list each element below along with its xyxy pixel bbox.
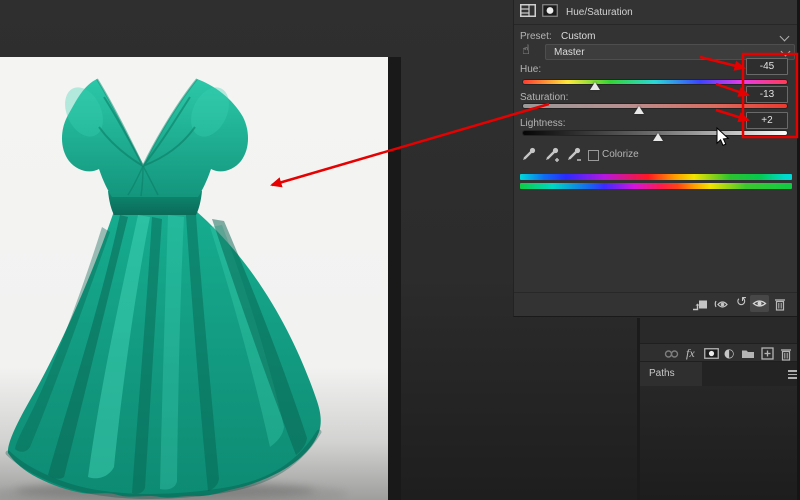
layers-paths-panel-group: fx ◐ Paths [637, 318, 800, 500]
hue-ramp-input [520, 174, 792, 180]
hue-slider-track[interactable] [523, 80, 787, 90]
eyedropper-icon[interactable] [521, 146, 537, 162]
preset-label: Preset: [520, 31, 552, 42]
reset-adjustment-icon[interactable]: ↺ [736, 296, 747, 309]
layer-style-fx-button[interactable]: fx [686, 346, 695, 361]
adjustment-controls-tab-icon[interactable] [520, 4, 536, 17]
hue-value-input[interactable]: -45 [746, 58, 788, 75]
lightness-slider-track[interactable] [523, 131, 787, 141]
hue-label: Hue: [520, 64, 542, 75]
view-previous-state-icon[interactable] [714, 298, 731, 311]
properties-footer-bar: ↺ [514, 292, 798, 317]
canvas-pasteboard-strip [388, 57, 401, 500]
paths-panel-content [640, 386, 800, 500]
delete-adjustment-icon[interactable] [774, 297, 786, 311]
saturation-slider-track[interactable] [523, 104, 787, 114]
saturation-value-input[interactable]: -13 [746, 86, 788, 103]
panel-title: Hue/Saturation [566, 7, 633, 18]
new-adjustment-layer-icon[interactable]: ◐ [724, 347, 734, 359]
colorize-label: Colorize [602, 149, 639, 160]
visibility-toggle-button[interactable] [750, 295, 769, 312]
chevron-down-icon [780, 46, 791, 57]
paths-panel-header: Paths [640, 362, 800, 386]
mask-tab-icon[interactable] [542, 4, 558, 17]
eye-icon [752, 300, 767, 307]
hue-slider-thumb[interactable] [589, 82, 600, 90]
link-layers-icon[interactable] [664, 350, 679, 358]
layers-panel-button-bar: fx ◐ [640, 343, 800, 362]
lightness-label: Lightness: [520, 118, 566, 129]
saturation-label: Saturation: [520, 92, 569, 103]
paths-tab-label: Paths [649, 368, 675, 379]
panel-menu-icon[interactable] [788, 370, 797, 379]
delete-layer-icon[interactable] [780, 347, 792, 361]
eyedropper-plus-icon[interactable] [544, 146, 560, 162]
lightness-slider-thumb[interactable] [652, 133, 663, 141]
add-layer-mask-icon[interactable] [704, 348, 719, 359]
on-image-adjustment-tool-icon[interactable]: ☝ [522, 44, 530, 57]
dress-image [0, 78, 348, 500]
channel-value: Master [554, 47, 585, 58]
colorize-checkbox[interactable] [588, 150, 599, 161]
new-group-folder-icon[interactable] [741, 348, 755, 359]
document-canvas[interactable] [0, 57, 388, 500]
lightness-value-input[interactable]: +2 [746, 112, 788, 129]
preset-dropdown[interactable]: Custom [561, 31, 595, 42]
clip-to-layer-icon[interactable] [692, 299, 708, 311]
eyedropper-minus-icon[interactable] [566, 146, 582, 162]
tab-paths[interactable]: Paths [640, 362, 702, 386]
photoshop-workspace: Hue/Saturation Preset: Custom ☝ Master H… [0, 0, 800, 500]
divider [514, 24, 798, 25]
hue-ramp-output [520, 183, 792, 189]
saturation-slider-thumb[interactable] [633, 106, 644, 114]
properties-panel: Hue/Saturation Preset: Custom ☝ Master H… [513, 0, 798, 317]
new-layer-icon[interactable] [761, 347, 774, 360]
chevron-down-icon[interactable] [779, 31, 790, 42]
